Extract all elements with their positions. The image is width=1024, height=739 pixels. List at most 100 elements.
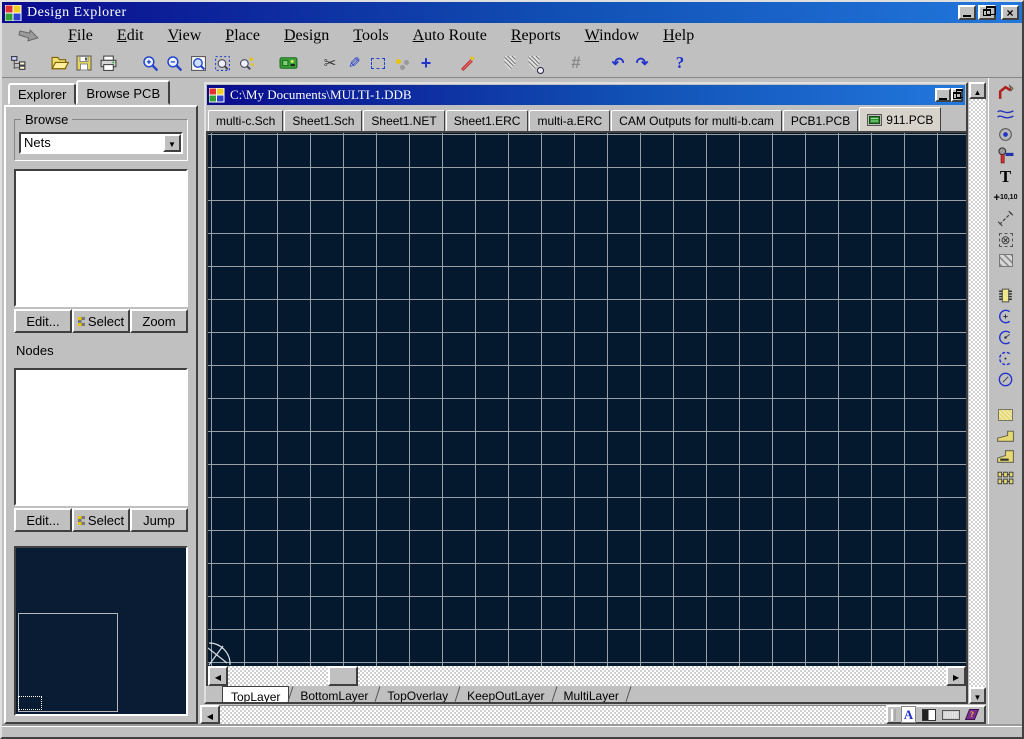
fill-display-mode-icon[interactable]	[921, 708, 938, 722]
doc-tab-cam-outputs[interactable]: CAM Outputs for multi-b.cam	[611, 110, 782, 131]
zoom-point-icon[interactable]	[234, 51, 258, 75]
help-book-icon[interactable]: ?	[964, 708, 981, 722]
canvas-horizontal-scrollbar[interactable]	[206, 666, 966, 686]
doc-tab-911-pcb[interactable]: 911.PCB	[859, 107, 941, 131]
move-icon[interactable]: +	[414, 51, 438, 75]
undo-icon[interactable]	[606, 51, 630, 75]
workspace-horizontal-scrollbar[interactable]: ?	[200, 705, 986, 724]
place-via-icon[interactable]	[993, 145, 1019, 166]
deselect-icon[interactable]	[390, 51, 414, 75]
combo-dropdown-button[interactable]	[163, 134, 181, 152]
print-icon[interactable]	[96, 51, 120, 75]
place-string-icon[interactable]	[993, 166, 1019, 187]
menu-design[interactable]: Design	[284, 27, 329, 45]
doc-tab-multi-c-sch[interactable]: multi-c.Sch	[208, 110, 283, 131]
zoom-out-icon[interactable]	[162, 51, 186, 75]
menu-help[interactable]: Help	[663, 27, 694, 45]
nodes-jump-button[interactable]: Jump	[130, 508, 188, 532]
zoom-area-icon[interactable]	[210, 51, 234, 75]
board-view-icon[interactable]	[276, 51, 300, 75]
place-arc-center-icon[interactable]	[993, 327, 1019, 348]
scroll-track[interactable]	[228, 666, 946, 686]
zoom-all-icon[interactable]	[186, 51, 210, 75]
redo-icon[interactable]	[630, 51, 654, 75]
menu-tools[interactable]: Tools	[353, 27, 388, 45]
menu-auto-route[interactable]: Auto Route	[413, 27, 487, 45]
explorer-panel-icon[interactable]	[6, 51, 30, 75]
highlight-pen-icon[interactable]	[342, 51, 366, 75]
layer-tab-bottomlayer[interactable]: BottomLayer	[292, 686, 376, 702]
menu-collapse-icon[interactable]	[16, 29, 42, 43]
save-icon[interactable]	[72, 51, 96, 75]
minimize-button[interactable]	[958, 5, 976, 20]
doc-tab-sheet1-erc[interactable]: Sheet1.ERC	[446, 110, 529, 131]
keyboard-icon[interactable]	[942, 708, 960, 722]
doc-tab-sheet1-sch[interactable]: Sheet1.Sch	[284, 110, 362, 131]
menu-reports[interactable]: Reports	[511, 27, 561, 45]
layer-tab-keepoutlayer[interactable]: KeepOutLayer	[459, 686, 552, 702]
toolbar-grip[interactable]	[891, 709, 896, 721]
menu-window[interactable]: Window	[585, 27, 639, 45]
scroll-track[interactable]	[220, 705, 886, 724]
doc-restore-button[interactable]	[951, 88, 963, 102]
tab-explorer[interactable]: Explorer	[8, 83, 76, 105]
menu-place[interactable]: Place	[225, 27, 260, 45]
scroll-thumb[interactable]	[328, 666, 358, 686]
place-full-circle-icon[interactable]	[993, 369, 1019, 390]
place-dimension-icon[interactable]	[993, 208, 1019, 229]
pcb-canvas[interactable]	[206, 131, 966, 666]
scroll-track[interactable]	[969, 99, 986, 687]
doc-tab-pcb1-pcb[interactable]: PCB1.PCB	[783, 110, 858, 131]
place-arc-edge-icon[interactable]	[993, 306, 1019, 327]
undelete-icon[interactable]	[498, 51, 522, 75]
scroll-up-button[interactable]	[969, 82, 986, 99]
menu-file[interactable]: File	[68, 27, 93, 45]
doc-minimize-button[interactable]	[935, 88, 951, 102]
toggle-grid-icon[interactable]	[564, 51, 588, 75]
wand-icon[interactable]	[456, 51, 480, 75]
tab-browse-pcb[interactable]: Browse PCB	[76, 80, 170, 105]
layer-tab-toplayer[interactable]: TopLayer	[222, 686, 289, 702]
place-coordinate-icon[interactable]: +10,10	[993, 187, 1019, 208]
nodes-listbox[interactable]	[14, 368, 188, 506]
place-pad-icon[interactable]	[993, 124, 1019, 145]
doc-tab-sheet1-net[interactable]: Sheet1.NET	[363, 110, 444, 131]
close-button[interactable]: ×	[1001, 5, 1019, 20]
place-arc-angles-icon[interactable]	[993, 348, 1019, 369]
nodes-edit-button[interactable]: Edit...	[14, 508, 72, 532]
place-track-icon[interactable]	[993, 82, 1019, 103]
doc-tab-multi-a-erc[interactable]: multi-a.ERC	[529, 110, 610, 131]
place-fill-icon[interactable]	[993, 404, 1019, 425]
select-area-icon[interactable]	[366, 51, 390, 75]
place-keepout-icon[interactable]	[993, 229, 1019, 250]
nets-zoom-button[interactable]: Zoom	[130, 309, 188, 333]
nodes-select-button[interactable]: Select	[72, 508, 130, 532]
place-fill-hatched-icon[interactable]	[993, 250, 1019, 271]
board-minimap[interactable]	[14, 546, 188, 716]
place-component-icon[interactable]	[993, 285, 1019, 306]
place-pad-array-icon[interactable]	[993, 467, 1019, 488]
scroll-left-button[interactable]	[208, 666, 228, 686]
place-polygon-plane-icon[interactable]	[993, 425, 1019, 446]
text-annotation-icon[interactable]	[900, 708, 917, 722]
zoom-in-icon[interactable]	[138, 51, 162, 75]
scroll-down-button[interactable]	[969, 687, 986, 704]
restore-button[interactable]	[978, 5, 996, 20]
place-split-plane-icon[interactable]	[993, 446, 1019, 467]
layer-tab-multilayer[interactable]: MultiLayer	[556, 686, 627, 702]
workspace-vertical-scrollbar[interactable]	[969, 82, 986, 704]
redelete-icon[interactable]	[522, 51, 546, 75]
help-icon[interactable]	[668, 51, 692, 75]
viewport-indicator[interactable]	[18, 696, 42, 710]
nets-listbox[interactable]	[14, 169, 188, 307]
nets-select-button[interactable]: Select	[72, 309, 130, 333]
menu-view[interactable]: View	[168, 27, 202, 45]
menu-edit[interactable]: Edit	[117, 27, 144, 45]
cutter-icon[interactable]	[318, 51, 342, 75]
open-document-icon[interactable]	[48, 51, 72, 75]
scroll-right-button[interactable]	[946, 666, 966, 686]
nets-edit-button[interactable]: Edit...	[14, 309, 72, 333]
interactive-route-icon[interactable]	[993, 103, 1019, 124]
browse-filter-combobox[interactable]: Nets	[19, 132, 183, 154]
layer-tab-topoverlay[interactable]: TopOverlay	[379, 686, 456, 702]
